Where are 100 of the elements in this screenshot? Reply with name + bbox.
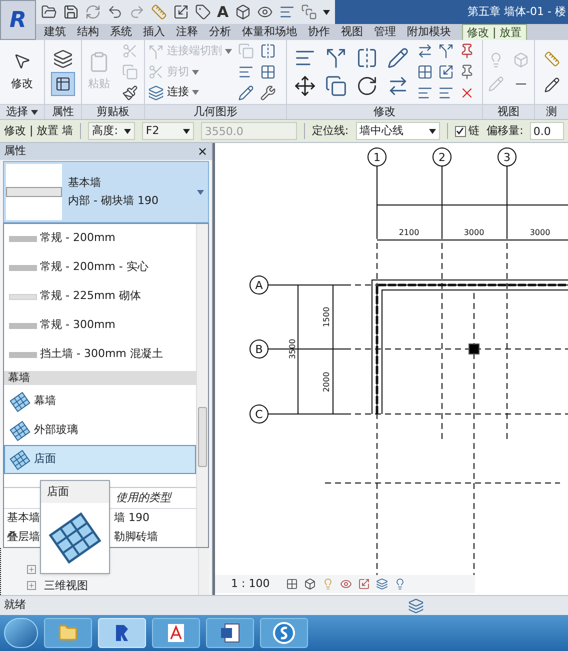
rotate-icon[interactable] bbox=[356, 75, 378, 97]
grid-label: 3 bbox=[504, 151, 510, 164]
browser-scrollbar[interactable] bbox=[198, 548, 209, 595]
dimension-text: 2100 bbox=[398, 228, 420, 237]
dimension-text: 1500 bbox=[322, 306, 331, 328]
type-list-item[interactable]: 常规 - 225mm 砌体 bbox=[4, 282, 196, 311]
expand-icon[interactable] bbox=[27, 581, 36, 590]
open-icon[interactable] bbox=[41, 4, 57, 20]
folder-icon bbox=[58, 623, 78, 643]
panel-label: 剪贴板 bbox=[82, 104, 144, 119]
recent-type-item[interactable]: 勒脚砖墙 bbox=[114, 529, 158, 546]
properties-icon bbox=[55, 76, 71, 92]
close-icon[interactable] bbox=[197, 146, 208, 157]
type-list-item[interactable]: 外部玻璃 bbox=[4, 416, 196, 445]
caret-icon bbox=[192, 90, 199, 95]
3d-view-icon[interactable] bbox=[234, 4, 251, 20]
undo-icon[interactable] bbox=[107, 4, 123, 20]
measure-icon[interactable] bbox=[544, 51, 560, 67]
view-scale[interactable]: 1 : 100 bbox=[231, 576, 270, 592]
browser-tree-item[interactable]: 三维视图 bbox=[44, 578, 88, 594]
ribbon-tab[interactable]: 体量和场地 bbox=[242, 24, 297, 40]
ribbon-tab[interactable]: 管理 bbox=[374, 24, 396, 40]
type-family: 基本墙 bbox=[68, 174, 102, 190]
expand-icon[interactable] bbox=[27, 564, 36, 574]
sync-icon[interactable] bbox=[85, 4, 101, 20]
array-icon[interactable] bbox=[417, 64, 433, 80]
match-properties-icon[interactable] bbox=[122, 85, 138, 101]
select-cursor-icon[interactable] bbox=[13, 52, 31, 70]
windows-icon[interactable] bbox=[300, 4, 317, 20]
chain-label: 链 bbox=[468, 122, 480, 139]
location-line-dropdown[interactable]: 墙中心线 bbox=[356, 122, 440, 140]
wall-swatch-icon bbox=[9, 322, 37, 328]
browser-button[interactable] bbox=[260, 618, 308, 648]
level-dropdown[interactable]: F2 bbox=[142, 122, 194, 140]
caret-icon bbox=[124, 128, 131, 134]
text-tool[interactable]: A bbox=[217, 0, 229, 24]
type-selector[interactable]: 基本墙 内部 - 砌块墙 190 bbox=[3, 161, 209, 223]
chain-checkbox[interactable] bbox=[454, 126, 466, 136]
tag-icon[interactable] bbox=[195, 4, 211, 20]
circle-logo-icon bbox=[273, 622, 295, 644]
dimension-text: 3000 bbox=[530, 228, 550, 237]
recent-type-item[interactable]: 墙 190 bbox=[114, 510, 150, 527]
context-label: 修改 | 放置 墙 bbox=[4, 122, 74, 139]
grid-bubble bbox=[368, 148, 386, 166]
type-list-item[interactable]: 店面 bbox=[4, 445, 196, 474]
eye-icon[interactable] bbox=[256, 4, 273, 20]
type-list-item[interactable]: 常规 - 200mm - 实心 bbox=[4, 253, 196, 282]
panel-label: 测 bbox=[535, 104, 568, 119]
document-icon bbox=[220, 623, 240, 643]
panel-label: 属性 bbox=[45, 104, 81, 119]
save-icon[interactable] bbox=[63, 4, 79, 20]
grid-bubble bbox=[498, 148, 516, 166]
geometry-tool[interactable]: 连接 bbox=[167, 84, 189, 101]
wall-swatch-icon bbox=[9, 352, 37, 358]
grid-label: 1 bbox=[374, 151, 380, 164]
ribbon-tab[interactable]: 插入 bbox=[143, 24, 165, 40]
grid-bubble bbox=[250, 276, 268, 294]
ribbon-tab[interactable]: 修改 | 放置 bbox=[462, 24, 527, 40]
type-list-item[interactable]: 幕墙 bbox=[4, 387, 196, 416]
start-button[interactable] bbox=[4, 618, 38, 648]
panel-title: 属性 bbox=[4, 143, 26, 160]
caret-icon bbox=[197, 190, 204, 194]
type-list-item[interactable]: 常规 - 300mm bbox=[4, 311, 196, 340]
type-list-item[interactable]: 挡土墙 - 300mm 混凝土 bbox=[4, 340, 196, 369]
location-line-label: 定位线: bbox=[312, 122, 349, 139]
scrollbar[interactable] bbox=[196, 224, 208, 547]
caret-icon bbox=[31, 110, 38, 114]
grid-label: C bbox=[255, 408, 263, 421]
window-title: 第五章 墙体-01 - 楼 bbox=[468, 4, 566, 20]
measure-icon[interactable] bbox=[151, 4, 167, 20]
copy-icon[interactable] bbox=[325, 75, 347, 97]
caret-icon bbox=[225, 49, 232, 54]
panel-label: 视图 bbox=[483, 104, 534, 119]
type-list-item[interactable]: 常规 - 200mm bbox=[4, 224, 196, 253]
ribbon-tab[interactable]: 附加模块 bbox=[407, 24, 451, 40]
ribbon-tab[interactable]: 结构 bbox=[77, 24, 99, 40]
caret-icon bbox=[192, 70, 199, 74]
offset-field[interactable]: 0.0 bbox=[530, 122, 564, 140]
grid-label: A bbox=[255, 279, 263, 292]
grid-label: 2 bbox=[438, 151, 446, 164]
application-menu-button[interactable]: R bbox=[0, 0, 36, 40]
move-icon[interactable] bbox=[294, 75, 316, 97]
height-dropdown[interactable]: 高度: bbox=[88, 122, 135, 140]
modify-tool[interactable]: 修改 bbox=[11, 76, 33, 92]
ribbon-tab[interactable]: 协作 bbox=[308, 24, 330, 40]
recent-types-header: 使用的类型 bbox=[116, 490, 171, 506]
ribbon-tab[interactable]: 视图 bbox=[341, 24, 363, 40]
ribbon-tab[interactable]: 注释 bbox=[176, 24, 198, 40]
panel-label: 选择 bbox=[0, 104, 44, 119]
ribbon-tab[interactable]: 系统 bbox=[110, 24, 132, 40]
wall-preview-icon bbox=[6, 187, 62, 197]
ribbon-tab[interactable]: 分析 bbox=[209, 24, 231, 40]
wall-swatch-icon bbox=[9, 264, 37, 270]
pin-icon[interactable] bbox=[459, 43, 475, 59]
wrench-icon[interactable] bbox=[260, 85, 276, 101]
properties-button[interactable] bbox=[51, 72, 75, 96]
wall-endpoint-marker[interactable] bbox=[468, 344, 480, 354]
group-header: 幕墙 bbox=[4, 371, 196, 385]
panel-label: 几何图形 bbox=[145, 104, 286, 119]
ribbon-tab[interactable]: 建筑 bbox=[44, 24, 66, 40]
